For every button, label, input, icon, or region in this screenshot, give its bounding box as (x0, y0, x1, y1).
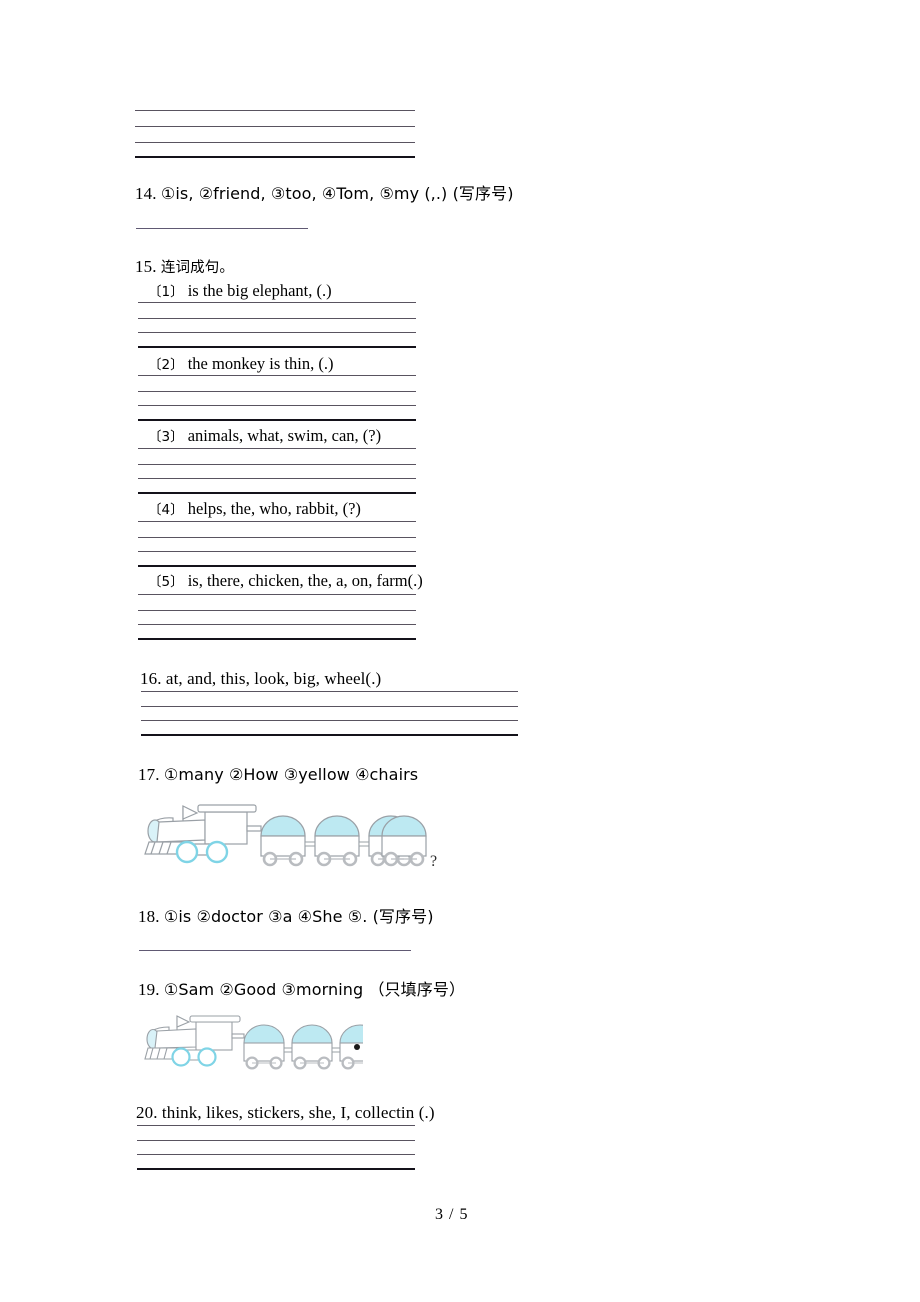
question-19-number: 19. (138, 980, 160, 999)
item-marker: 〔2〕 (148, 357, 184, 373)
train-illustration-17-last-car (378, 798, 438, 868)
writing-line (137, 1140, 415, 1141)
item-marker: 〔4〕 (148, 502, 184, 518)
question-20-number: 20. (136, 1103, 158, 1122)
question-17-body: ①many ②How ③yellow ④chairs (163, 765, 419, 784)
writing-line-base (138, 346, 416, 348)
writing-line-base (138, 492, 416, 494)
writing-line (135, 110, 415, 111)
writing-line-base (138, 565, 416, 567)
writing-line (138, 478, 416, 479)
question-15-item-5-lines[interactable] (138, 610, 416, 640)
writing-line (138, 464, 416, 465)
train-car (260, 815, 316, 867)
question-18-number: 18. (138, 907, 160, 926)
question-15-item-1-lines[interactable] (138, 318, 416, 348)
question-17-end-mark: ? (430, 853, 438, 870)
question-15-item-4-lines[interactable] (138, 537, 416, 567)
question-18-answer-line[interactable] (139, 950, 411, 951)
question-20-text: 20. think, likes, stickers, she, I, coll… (136, 1102, 435, 1124)
item-text: the monkey is thin, (.) (187, 354, 334, 373)
question-14-text: 14. ①is, ②friend, ③too, ④Tom, ⑤my (,.) (… (135, 183, 514, 205)
train-car (291, 1024, 341, 1070)
question-14-answer-line[interactable] (136, 228, 308, 229)
writing-line (138, 551, 416, 552)
writing-line-base (138, 419, 416, 421)
worksheet-page: 14. ①is, ②friend, ③too, ④Tom, ⑤my (,.) (… (0, 0, 920, 1302)
question-19-text: 19. ①Sam ②Good ③morning （只填序号） (138, 979, 465, 1001)
question-15-item-5-underline (138, 594, 416, 595)
writing-line-base (135, 156, 415, 158)
writing-line-base (141, 734, 518, 736)
question-16-text: 16. at, and, this, look, big, wheel(.) (140, 668, 381, 690)
writing-line-base (138, 638, 416, 640)
writing-lines-continuation (135, 110, 415, 158)
question-15-item-4-underline (138, 521, 416, 522)
writing-line (141, 706, 518, 707)
writing-line (138, 610, 416, 611)
item-text: is the big elephant, (.) (187, 281, 332, 300)
question-15-body: 连词成句。 (160, 260, 234, 276)
question-18-text: 18. ①is ②doctor ③a ④She ⑤. (写序号) (138, 906, 434, 928)
question-16-number: 16. (140, 669, 162, 688)
question-15-text: 15. 连词成句。 (135, 256, 234, 279)
question-16-body: at, and, this, look, big, wheel(.) (165, 669, 382, 688)
item-text: animals, what, swim, can, (?) (187, 426, 382, 445)
question-14-body: ①is, ②friend, ③too, ④Tom, ⑤my (,.) (写序号) (160, 184, 514, 203)
page-number-footer: 3 / 5 (435, 1206, 469, 1223)
question-15-item-4: 〔4〕 helps, the, who, rabbit, (?) (148, 498, 361, 521)
writing-line (137, 1154, 415, 1155)
question-15-item-5: 〔5〕 is, there, chicken, the, a, on, farm… (148, 570, 423, 593)
question-20-body: think, likes, stickers, she, I, collecti… (161, 1103, 435, 1122)
question-15-item-2-lines[interactable] (138, 391, 416, 421)
writing-line (141, 720, 518, 721)
question-15-item-3: 〔3〕 animals, what, swim, can, (?) (148, 425, 381, 448)
item-text: is, there, chicken, the, a, on, farm(.) (187, 571, 423, 590)
train-svg (144, 1015, 363, 1070)
writing-line (138, 332, 416, 333)
question-16-underline (141, 691, 518, 692)
writing-line (135, 142, 415, 143)
question-15-item-1: 〔1〕 is the big elephant, (.) (148, 280, 332, 303)
question-15-item-3-lines[interactable] (138, 464, 416, 494)
question-20-underline (137, 1125, 415, 1126)
question-19-end-mark (354, 1044, 360, 1050)
item-marker: 〔5〕 (148, 574, 184, 590)
item-marker: 〔1〕 (148, 284, 184, 300)
question-20-answer-lines[interactable] (137, 1140, 415, 1170)
question-15-item-3-underline (138, 448, 416, 449)
item-marker: 〔3〕 (148, 429, 184, 445)
question-16-answer-lines[interactable] (141, 706, 518, 736)
writing-line (138, 405, 416, 406)
question-17-text: 17. ①many ②How ③yellow ④chairs (138, 764, 418, 786)
writing-line (135, 126, 415, 127)
writing-line (138, 624, 416, 625)
question-18-body: ①is ②doctor ③a ④She ⑤. (写序号) (163, 907, 434, 926)
writing-line (138, 391, 416, 392)
train-car-svg (381, 815, 427, 867)
writing-line (138, 537, 416, 538)
question-14-number: 14. (135, 184, 157, 203)
train-car (314, 815, 370, 867)
train-illustration-19 (143, 1010, 363, 1072)
question-17-number: 17. (138, 765, 160, 784)
writing-line-base (137, 1168, 415, 1170)
question-19-body: ①Sam ②Good ③morning （只填序号） (163, 980, 466, 999)
question-15-item-2-underline (138, 375, 416, 376)
question-15-item-2: 〔2〕 the monkey is thin, (.) (148, 353, 333, 376)
question-15-item-1-underline (138, 302, 416, 303)
train-car (381, 815, 427, 867)
question-15-number: 15. (135, 257, 157, 276)
train-car (243, 1024, 293, 1070)
item-text: helps, the, who, rabbit, (?) (187, 499, 361, 518)
writing-line (138, 318, 416, 319)
